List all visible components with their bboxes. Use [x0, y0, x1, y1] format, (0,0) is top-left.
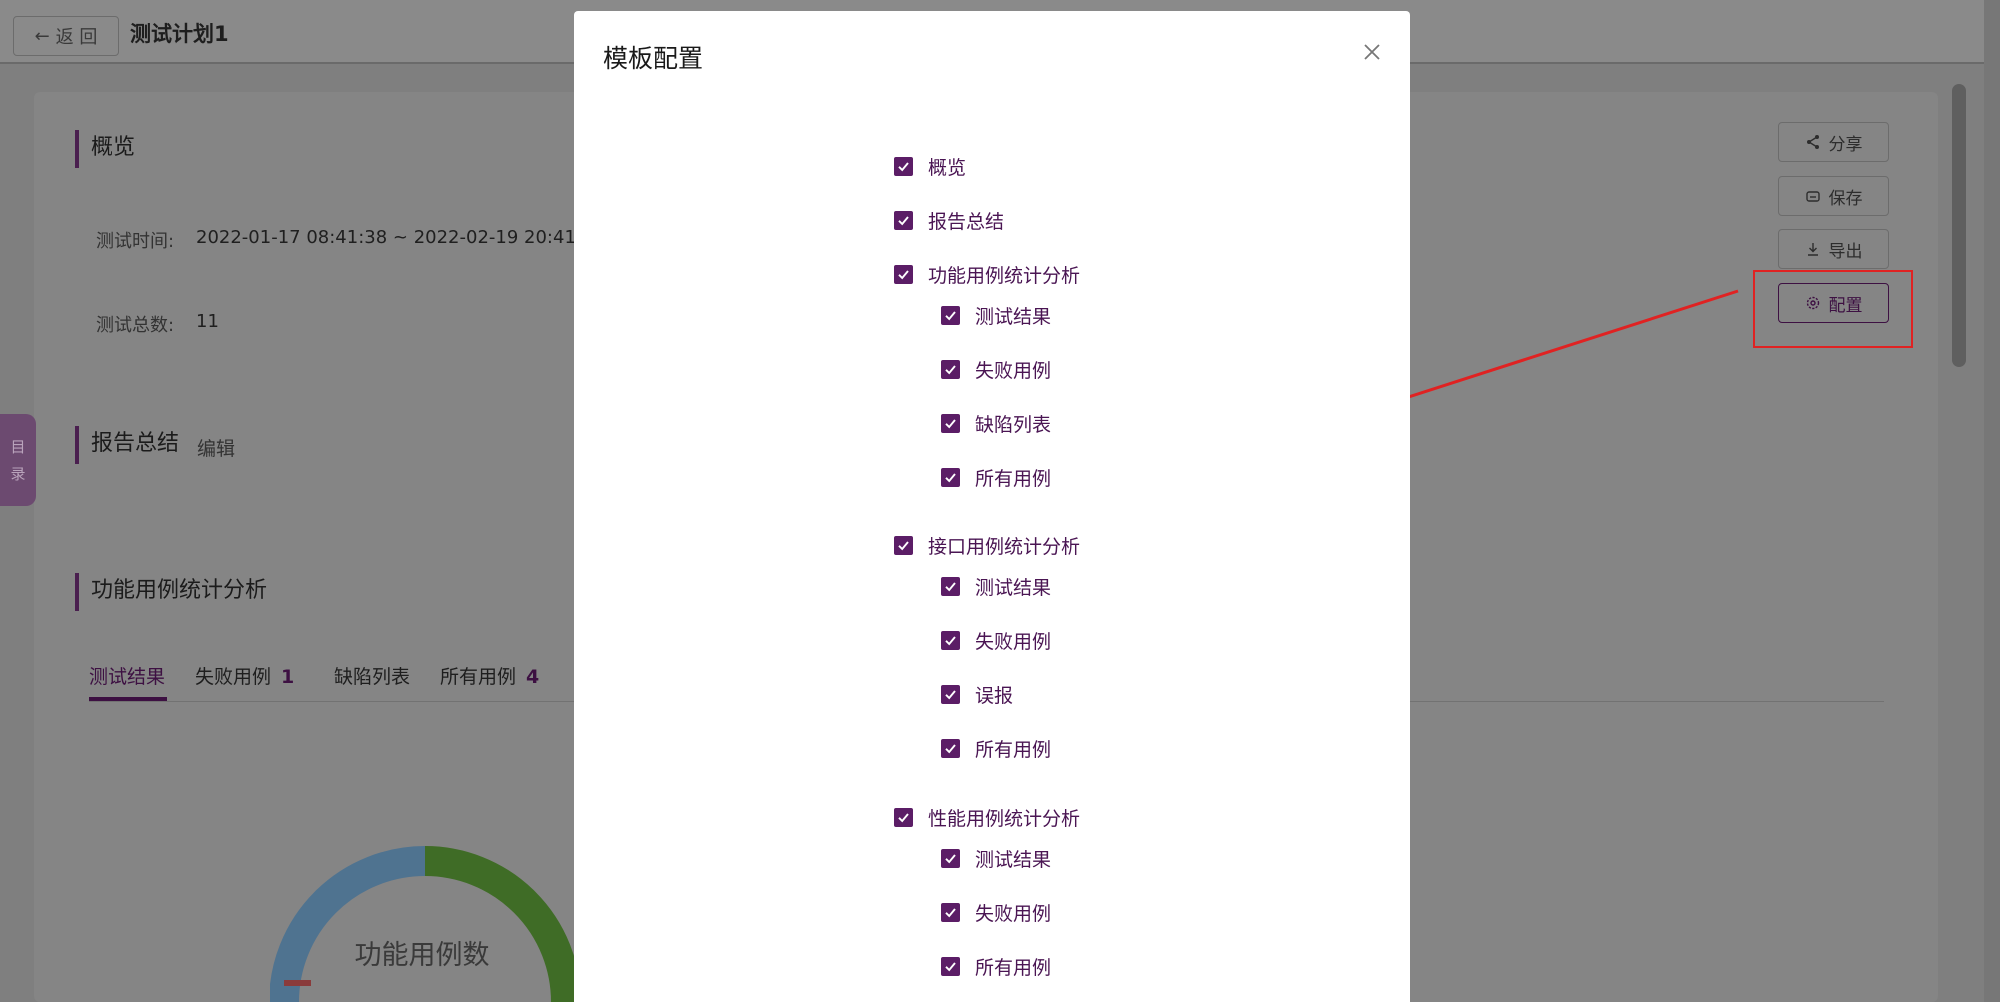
checkbox-checked-icon[interactable] — [941, 848, 960, 868]
template-option-checkbox[interactable]: 所有用例 — [941, 465, 1052, 490]
checkbox-checked-icon[interactable] — [941, 467, 960, 487]
tab-label: 缺陷列表 — [334, 666, 411, 688]
template-option-label: 失败用例 — [975, 359, 1052, 382]
template-option-checkbox[interactable]: 概览 — [894, 154, 967, 179]
donut-segment-green — [424, 846, 580, 1002]
checkbox-checked-icon[interactable] — [941, 359, 960, 379]
save-button[interactable]: 保存 — [1778, 176, 1889, 216]
annotation-arrow — [1362, 289, 1739, 412]
tab-defect-list[interactable]: 缺陷列表 — [334, 662, 410, 689]
template-option-label: 性能用例统计分析 — [928, 807, 1081, 830]
template-config-modal: 模板配置 概览 报告总结 功能用例统计分析 测试结果 失败用例 缺陷列表 所有用例 接口用例统… — [574, 11, 1410, 1002]
template-option-checkbox[interactable]: 测试结果 — [941, 574, 1052, 599]
share-icon — [1806, 135, 1819, 149]
checkbox-checked-icon[interactable] — [941, 902, 960, 922]
template-option-label: 失败用例 — [975, 902, 1052, 925]
template-option-checkbox[interactable]: 误报 — [941, 682, 1014, 707]
tab-label: 测试结果 — [89, 666, 166, 688]
active-tab-indicator — [89, 697, 167, 701]
tab-count: 4 — [526, 666, 540, 688]
tab-all-cases[interactable]: 所有用例 4 — [440, 662, 539, 689]
back-button[interactable]: ← 返 回 — [13, 16, 119, 56]
template-option-checkbox[interactable]: 所有用例 — [941, 954, 1052, 979]
template-option-label: 失败用例 — [975, 630, 1052, 653]
donut-center-label: 功能用例数 — [355, 940, 490, 971]
export-label: 导出 — [1828, 241, 1863, 262]
checkbox-checked-icon[interactable] — [941, 630, 960, 650]
page-title: 测试计划1 — [130, 22, 229, 46]
checkbox-checked-icon[interactable] — [941, 305, 960, 325]
template-option-label: 误报 — [975, 684, 1014, 707]
checkbox-checked-icon[interactable] — [894, 807, 913, 827]
template-option-checkbox[interactable]: 失败用例 — [941, 900, 1052, 925]
modal-title: 模板配置 — [603, 44, 704, 73]
tab-count: 1 — [281, 666, 295, 688]
toc-char-2: 录 — [10, 465, 26, 483]
template-option-label: 所有用例 — [975, 467, 1052, 490]
window-edge — [1984, 0, 2000, 1002]
functional-title: 功能用例统计分析 — [75, 573, 267, 611]
overview-title: 概览 — [75, 130, 135, 168]
template-option-label: 接口用例统计分析 — [928, 535, 1081, 558]
toc-char-1: 目 — [10, 438, 26, 456]
functional-donut-chart: 功能用例数 — [270, 846, 580, 1002]
test-total-value: 11 — [196, 311, 219, 332]
template-option-checkbox[interactable]: 失败用例 — [941, 628, 1052, 653]
tab-label: 所有用例 — [440, 666, 517, 688]
template-option-checkbox[interactable]: 失败用例 — [941, 357, 1052, 382]
template-option-label: 测试结果 — [975, 576, 1052, 599]
template-option-label: 测试结果 — [975, 305, 1052, 328]
template-option-label: 功能用例统计分析 — [928, 264, 1081, 287]
summary-title: 报告总结 — [75, 426, 179, 464]
share-label: 分享 — [1828, 134, 1863, 155]
template-option-label: 报告总结 — [928, 210, 1005, 233]
checkbox-checked-icon[interactable] — [894, 210, 913, 230]
toc-toggle-button[interactable]: 目 录 — [0, 414, 36, 506]
close-icon[interactable] — [1359, 39, 1385, 65]
arrow-left-icon: ← — [34, 25, 50, 47]
template-option-checkbox[interactable]: 所有用例 — [941, 736, 1052, 761]
test-total-label: 测试总数: — [96, 315, 175, 336]
share-button[interactable]: 分享 — [1778, 122, 1889, 162]
template-option-checkbox[interactable]: 性能用例统计分析 — [894, 805, 1081, 830]
tab-label: 失败用例 — [195, 666, 272, 688]
donut-segment-red — [284, 980, 311, 986]
template-option-label: 测试结果 — [975, 848, 1052, 871]
tab-test-results[interactable]: 测试结果 — [89, 662, 165, 689]
back-button-label: 返 回 — [55, 27, 98, 48]
checkbox-checked-icon[interactable] — [941, 684, 960, 704]
checkbox-checked-icon[interactable] — [894, 156, 913, 176]
save-icon — [1805, 191, 1820, 202]
test-time-value: 2022-01-17 08:41:38 ~ 2022-02-19 20:41:0 — [196, 227, 594, 248]
template-option-checkbox[interactable]: 功能用例统计分析 — [894, 262, 1081, 287]
template-option-checkbox[interactable]: 测试结果 — [941, 303, 1052, 328]
download-icon — [1807, 243, 1818, 256]
scrollbar-thumb[interactable] — [1952, 84, 1966, 367]
tab-failed-cases[interactable]: 失败用例 1 — [195, 662, 294, 689]
checkbox-checked-icon[interactable] — [941, 956, 960, 976]
checkbox-checked-icon[interactable] — [894, 264, 913, 284]
template-option-checkbox[interactable]: 缺陷列表 — [941, 411, 1052, 436]
template-option-checkbox[interactable]: 接口用例统计分析 — [894, 533, 1081, 558]
template-option-label: 概览 — [928, 156, 967, 179]
checkbox-checked-icon[interactable] — [941, 738, 960, 758]
checkbox-checked-icon[interactable] — [941, 413, 960, 433]
export-button[interactable]: 导出 — [1778, 229, 1889, 269]
template-option-label: 所有用例 — [975, 738, 1052, 761]
template-option-checkbox[interactable]: 测试结果 — [941, 846, 1052, 871]
summary-edit-link[interactable]: 编辑 — [197, 434, 235, 461]
save-label: 保存 — [1828, 188, 1863, 209]
checkbox-checked-icon[interactable] — [941, 576, 960, 596]
template-option-label: 所有用例 — [975, 956, 1052, 979]
annotation-highlight-box — [1753, 270, 1913, 348]
template-option-label: 缺陷列表 — [975, 413, 1052, 436]
template-option-checkbox[interactable]: 报告总结 — [894, 208, 1005, 233]
test-time-label: 测试时间: — [96, 231, 175, 252]
checkbox-checked-icon[interactable] — [894, 535, 913, 555]
